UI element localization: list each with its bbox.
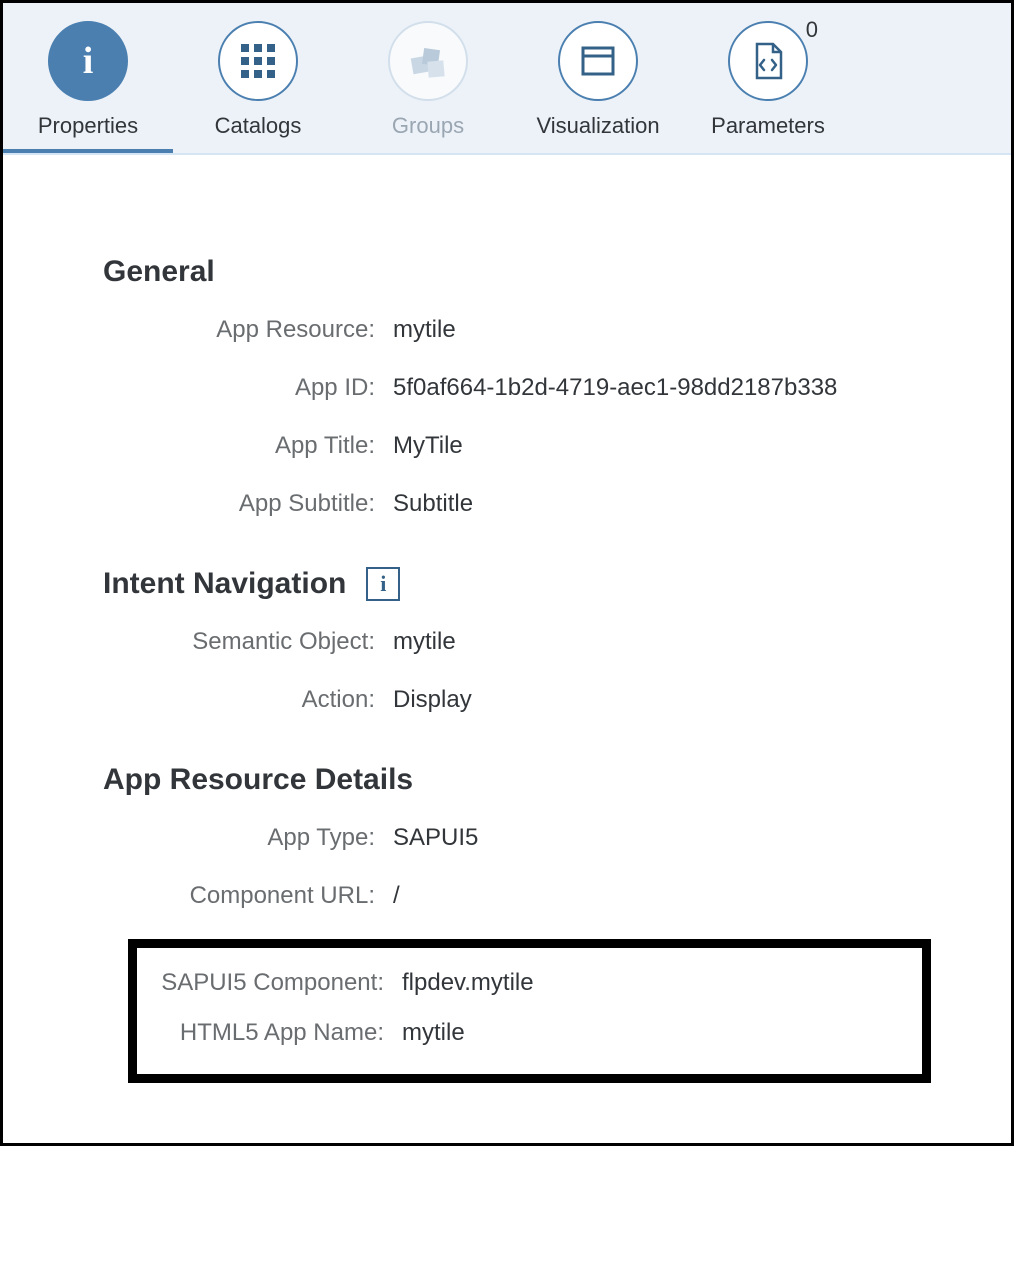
section-heading-app-resource-details: App Resource Details [33, 763, 981, 797]
value-app-id: 5f0af664-1b2d-4719-aec1-98dd2187b338 [393, 373, 981, 403]
label-sapui5-component: SAPUI5 Component: [137, 968, 402, 998]
label-app-type: App Type: [103, 823, 393, 853]
value-app-resource: mytile [393, 315, 981, 345]
field-app-subtitle: App Subtitle: Subtitle [33, 489, 981, 519]
tab-label-visualization: Visualization [536, 113, 659, 139]
field-html5-app-name: HTML5 App Name: mytile [137, 1018, 922, 1048]
label-app-id: App ID: [103, 373, 393, 403]
content-area: General App Resource: mytile App ID: 5f0… [3, 155, 1011, 1143]
value-component-url: / [393, 881, 981, 911]
field-sapui5-component: SAPUI5 Component: flpdev.mytile [137, 968, 922, 998]
tab-bar: i Properties Catalogs [3, 3, 1011, 155]
tab-label-groups: Groups [392, 113, 464, 139]
label-action: Action: [103, 685, 393, 715]
label-app-subtitle: App Subtitle: [103, 489, 393, 519]
field-action: Action: Display [33, 685, 981, 715]
field-app-resource: App Resource: mytile [33, 315, 981, 345]
label-app-title: App Title: [103, 431, 393, 461]
field-app-title: App Title: MyTile [33, 431, 981, 461]
tab-label-parameters: Parameters [711, 113, 825, 139]
value-semantic-object: mytile [393, 627, 981, 657]
section-heading-general: General [33, 255, 981, 289]
highlighted-fields: SAPUI5 Component: flpdev.mytile HTML5 Ap… [128, 939, 931, 1083]
tab-groups[interactable]: Groups [343, 21, 513, 153]
value-sapui5-component: flpdev.mytile [402, 968, 922, 998]
value-app-title: MyTile [393, 431, 981, 461]
label-app-resource: App Resource: [103, 315, 393, 345]
label-component-url: Component URL: [103, 881, 393, 911]
groups-icon [388, 21, 468, 101]
tab-catalogs[interactable]: Catalogs [173, 21, 343, 153]
tab-label-catalogs: Catalogs [215, 113, 302, 139]
tab-parameters[interactable]: 0 Parameters [683, 21, 853, 153]
value-action: Display [393, 685, 981, 715]
tab-visualization[interactable]: Visualization [513, 21, 683, 153]
value-app-type: SAPUI5 [393, 823, 981, 853]
grid-icon [218, 21, 298, 101]
field-app-id: App ID: 5f0af664-1b2d-4719-aec1-98dd2187… [33, 373, 981, 403]
value-html5-app-name: mytile [402, 1018, 922, 1048]
field-component-url: Component URL: / [33, 881, 981, 911]
info-icon-button[interactable]: i [366, 567, 400, 601]
intent-navigation-title: Intent Navigation [103, 567, 346, 601]
label-html5-app-name: HTML5 App Name: [137, 1018, 402, 1048]
field-app-type: App Type: SAPUI5 [33, 823, 981, 853]
window-icon [558, 21, 638, 101]
code-document-icon: 0 [728, 21, 808, 101]
label-semantic-object: Semantic Object: [103, 627, 393, 657]
tab-properties[interactable]: i Properties [3, 21, 173, 153]
section-heading-intent-navigation: Intent Navigation i [33, 567, 981, 601]
tab-label-properties: Properties [38, 113, 138, 139]
info-icon: i [48, 21, 128, 101]
parameters-badge: 0 [806, 17, 818, 43]
field-semantic-object: Semantic Object: mytile [33, 627, 981, 657]
value-app-subtitle: Subtitle [393, 489, 981, 519]
